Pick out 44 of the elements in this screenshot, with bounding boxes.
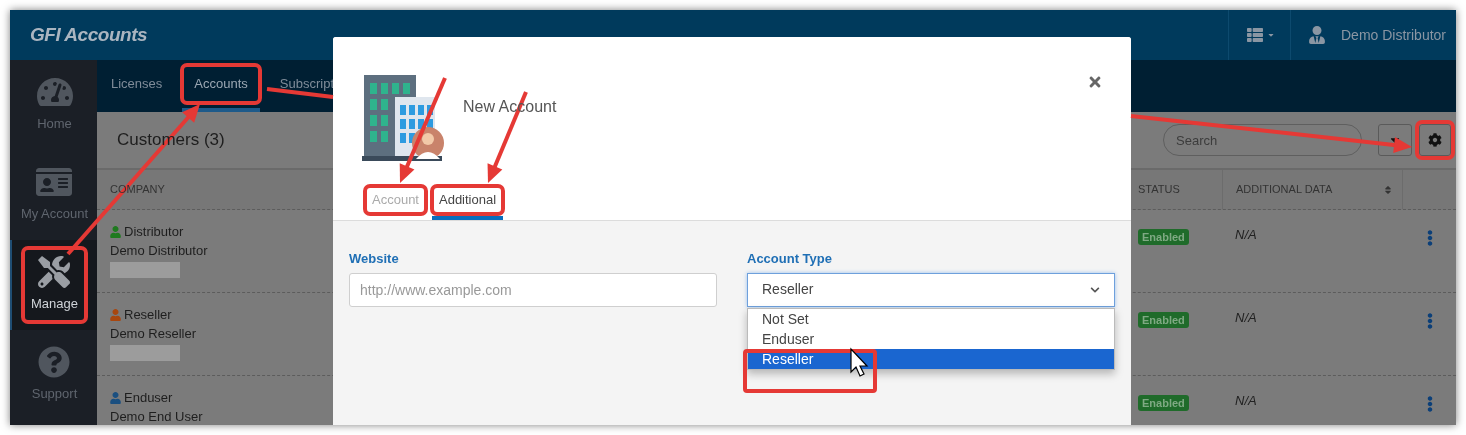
account-type: Enduser (124, 388, 173, 407)
app-logo: GFI Accounts (30, 22, 148, 47)
chevron-icon (1090, 284, 1100, 295)
kebab-icon (1426, 395, 1433, 413)
status-badge: Enabled (1138, 395, 1189, 411)
nav-tab[interactable]: Accounts (182, 60, 260, 112)
dropdown-option[interactable]: Not Set (748, 308, 1114, 329)
field-label: Account Type (747, 250, 832, 268)
column-header: ADDITIONAL DATA (1236, 182, 1333, 198)
account-type: Reseller (124, 305, 172, 324)
nav-tab[interactable]: Subscript (267, 60, 346, 112)
additional-data: N/A (1235, 393, 1257, 408)
sidebar-item[interactable]: My Account (10, 150, 97, 240)
dialog-tab[interactable]: Additional (432, 184, 504, 220)
kebab-icon (1426, 312, 1433, 330)
account-name: Demo End User (110, 408, 203, 425)
account-type-select[interactable]: Reseller (747, 272, 1115, 307)
list-icon (1244, 27, 1265, 43)
nav-tab[interactable]: Licenses (99, 60, 175, 112)
column-header: STATUS (1138, 182, 1180, 198)
close-icon (1087, 74, 1103, 90)
sidebar-item[interactable]: Support (10, 330, 97, 420)
dropdown-option[interactable]: Reseller (748, 348, 1114, 369)
additional-data: N/A (1235, 310, 1257, 325)
sort-icon (1384, 184, 1392, 195)
gauge-icon (36, 76, 73, 109)
kebab-icon (1426, 229, 1433, 247)
account-type: Distributor (124, 222, 184, 241)
account-name: Demo Distributor (110, 242, 208, 260)
status-badge: Enabled (1138, 312, 1189, 328)
account-name: Demo Reseller (110, 325, 196, 343)
status-badge: Enabled (1138, 229, 1189, 245)
id-card-icon (36, 166, 73, 199)
sidebar-item[interactable]: Manage (10, 240, 97, 330)
field-label: Website (349, 250, 399, 268)
dropdown-option[interactable]: Enduser (748, 328, 1114, 349)
tools-icon (36, 256, 73, 289)
settings-icon (1428, 133, 1442, 147)
user-icon (1307, 26, 1327, 44)
website-field[interactable]: http://www.example.com (349, 272, 717, 307)
search-field[interactable]: Search (1163, 124, 1362, 156)
sidebar-item[interactable]: Home (10, 60, 97, 150)
additional-data: N/A (1235, 227, 1257, 242)
caret-icon (1266, 31, 1275, 39)
